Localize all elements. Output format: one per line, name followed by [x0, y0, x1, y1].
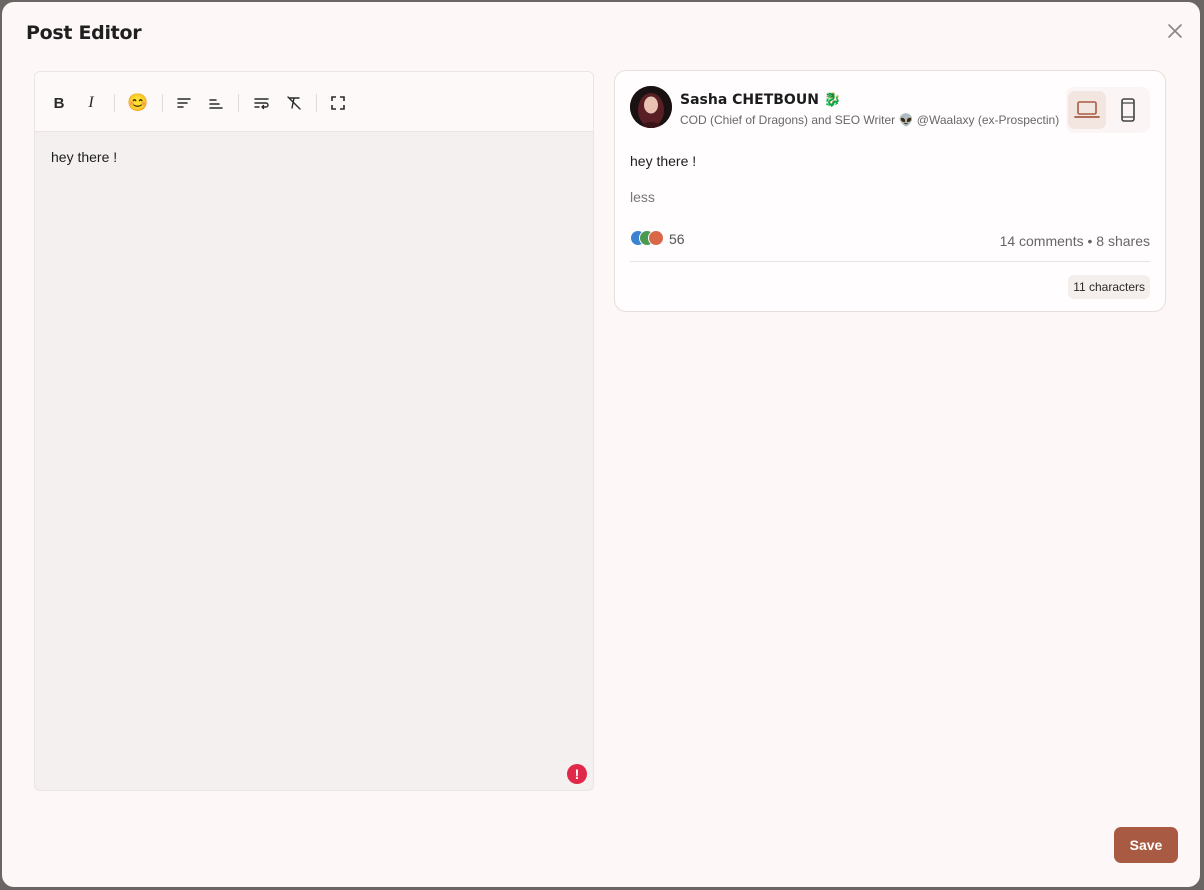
save-button[interactable]: Save [1114, 827, 1178, 863]
preview-divider [630, 261, 1150, 262]
text-editor: B I 😊 hey there ! ! [34, 71, 594, 791]
bold-icon: B [53, 94, 65, 112]
close-button[interactable] [1164, 20, 1186, 42]
love-icon [648, 230, 664, 246]
character-count-badge: 11 characters [1068, 275, 1150, 299]
emoji-button[interactable]: 😊 [125, 90, 151, 116]
reaction-count: 56 [669, 231, 685, 247]
laptop-icon [1074, 101, 1100, 118]
align-bottom-icon [209, 99, 223, 109]
toolbar-divider [162, 94, 163, 112]
fullscreen-button[interactable] [325, 90, 351, 116]
reaction-icons [630, 230, 670, 248]
shares-count: 8 shares [1096, 233, 1150, 249]
stats-separator: • [1087, 233, 1093, 249]
align-left-icon [177, 98, 191, 108]
see-less-link[interactable]: less [630, 189, 655, 205]
author-headline: COD (Chief of Dragons) and SEO Writer 👽 … [680, 113, 1060, 127]
modal-title: Post Editor [26, 22, 142, 44]
emoji-icon: 😊 [127, 93, 149, 112]
desktop-view-button[interactable] [1068, 91, 1106, 129]
comments-count: 14 comments [999, 233, 1084, 249]
fullscreen-icon [331, 96, 345, 110]
author-name: Sasha CHETBOUN 🐉 [680, 92, 841, 108]
social-stats: 14 comments • 8 shares [1000, 233, 1150, 249]
device-toggle [1066, 87, 1150, 133]
post-preview-text: hey there ! [630, 153, 697, 169]
italic-icon: I [88, 94, 94, 111]
dragon-icon: 🐉 [823, 92, 842, 108]
toolbar-divider [316, 94, 317, 112]
mobile-view-button[interactable] [1109, 91, 1147, 129]
post-preview: Sasha CHETBOUN 🐉 COD (Chief of Dragons) … [614, 70, 1166, 312]
clear-format-icon [287, 96, 301, 110]
post-editor-modal: Post Editor B I 😊 hey there ! ! Sasha CH… [2, 2, 1200, 887]
align-bottom-button[interactable] [203, 90, 229, 116]
avatar [630, 86, 672, 128]
toolbar-divider [114, 94, 115, 112]
clear-format-button[interactable] [281, 90, 307, 116]
wrap-text-icon [253, 98, 269, 110]
editor-content[interactable]: hey there ! [51, 149, 117, 165]
editor-toolbar: B I 😊 [35, 72, 593, 132]
wrap-text-button[interactable] [248, 90, 274, 116]
error-icon[interactable]: ! [567, 764, 587, 784]
bold-button[interactable]: B [46, 90, 72, 116]
close-icon [1168, 24, 1182, 38]
italic-button[interactable]: I [78, 90, 104, 116]
author-name-text: Sasha CHETBOUN [680, 92, 819, 108]
toolbar-divider [238, 94, 239, 112]
align-left-button[interactable] [171, 90, 197, 116]
smartphone-icon [1121, 98, 1135, 122]
